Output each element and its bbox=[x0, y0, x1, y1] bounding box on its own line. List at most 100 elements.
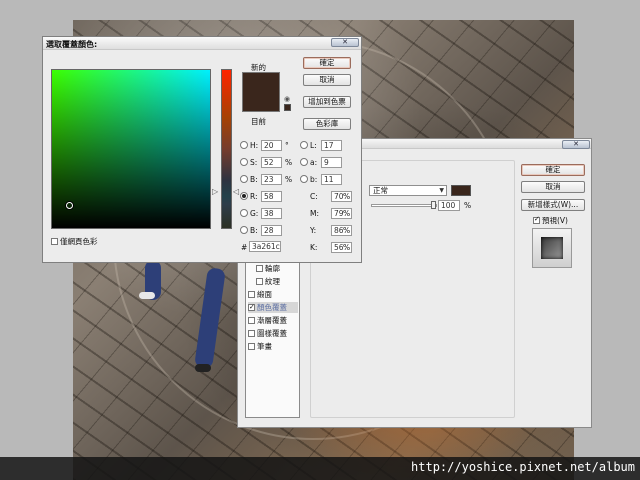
color-channel-unit: ° bbox=[285, 141, 289, 150]
color-channel-label: S: bbox=[250, 158, 258, 167]
color-channel-label: G: bbox=[250, 209, 259, 218]
color-channel-unit: % bbox=[343, 192, 351, 201]
gamut-warning-icon[interactable]: ◉ bbox=[284, 95, 290, 103]
color-channel-unit: % bbox=[343, 243, 351, 252]
color-channel-input[interactable]: 20 bbox=[261, 140, 282, 151]
color-channel-input[interactable]: 52 bbox=[261, 157, 282, 168]
color-channel-input[interactable]: 17 bbox=[321, 140, 342, 151]
style-item[interactable]: 顏色覆蓋 bbox=[248, 302, 298, 313]
color-picker-titlebar: 選取覆蓋顏色: bbox=[43, 37, 361, 50]
style-item-label: 漸層覆蓋 bbox=[257, 316, 287, 325]
color-channel-label: H: bbox=[250, 141, 259, 150]
styles-list: 輪廓紋理緞面顏色覆蓋漸層覆蓋圖樣覆蓋筆畫 bbox=[245, 260, 300, 418]
color-channel-unit: % bbox=[343, 209, 351, 218]
color-channel-unit: % bbox=[343, 226, 351, 235]
opacity-input[interactable]: 100 bbox=[438, 200, 460, 211]
layer-style-close-button[interactable]: ✕ bbox=[562, 140, 590, 149]
style-item-checkbox[interactable] bbox=[248, 330, 255, 337]
style-item[interactable]: 漸層覆蓋 bbox=[248, 315, 298, 326]
layer-style-cancel-button[interactable]: 取消 bbox=[521, 181, 585, 193]
style-item-label: 筆畫 bbox=[257, 342, 272, 351]
climber-shoe-right bbox=[195, 364, 211, 372]
climber-shoe-left bbox=[139, 292, 155, 299]
close-icon: ✕ bbox=[573, 140, 579, 148]
style-item-checkbox[interactable] bbox=[248, 291, 255, 298]
hue-slider-left-arrow[interactable]: ▷ bbox=[212, 187, 218, 196]
style-item-checkbox[interactable] bbox=[248, 317, 255, 324]
color-mode-radio[interactable] bbox=[240, 141, 248, 149]
color-mode-radio[interactable] bbox=[300, 175, 308, 183]
opacity-unit: % bbox=[464, 201, 472, 210]
blend-mode-select[interactable]: 正常 ▼ bbox=[369, 185, 447, 196]
watermark-text: http://yoshice.pixnet.net/album bbox=[411, 460, 635, 474]
current-color-label: 目前 bbox=[251, 117, 266, 126]
color-channel-label: B: bbox=[250, 226, 258, 235]
style-preview-thumbnail bbox=[532, 228, 572, 268]
style-item-label: 圖樣覆蓋 bbox=[257, 329, 287, 338]
color-channel-input[interactable]: 9 bbox=[321, 157, 342, 168]
opacity-slider-track[interactable] bbox=[371, 204, 437, 207]
hex-input[interactable]: 3a261c bbox=[249, 241, 281, 252]
style-item-label: 輪廓 bbox=[265, 264, 280, 273]
style-item-checkbox[interactable] bbox=[256, 278, 263, 285]
color-mode-radio[interactable] bbox=[240, 209, 248, 217]
color-mode-radio[interactable] bbox=[300, 141, 308, 149]
color-channel-label: M: bbox=[310, 209, 319, 218]
color-field[interactable] bbox=[51, 69, 211, 229]
opacity-slider-handle[interactable] bbox=[431, 201, 436, 209]
color-channel-unit: % bbox=[285, 158, 293, 167]
only-web-colors-checkbox[interactable] bbox=[51, 238, 58, 245]
overlay-color-swatch[interactable] bbox=[451, 185, 471, 196]
preview-toggle[interactable]: 預視(V) bbox=[533, 215, 568, 226]
chevron-down-icon: ▼ bbox=[439, 187, 444, 194]
style-item[interactable]: 輪廓 bbox=[256, 263, 298, 274]
hue-slider[interactable] bbox=[221, 69, 232, 229]
new-color-swatch bbox=[243, 73, 279, 92]
color-picker-title: 選取覆蓋顏色: bbox=[46, 40, 98, 49]
color-channel-input[interactable]: 11 bbox=[321, 174, 342, 185]
hue-slider-right-arrow[interactable]: ◁ bbox=[233, 187, 239, 196]
gamut-color-square[interactable] bbox=[284, 104, 291, 111]
add-to-swatches-button[interactable]: 增加到色票 bbox=[303, 96, 351, 108]
color-channel-label: Y: bbox=[310, 226, 317, 235]
color-channel-label: C: bbox=[310, 192, 318, 201]
close-icon: ✕ bbox=[342, 38, 348, 46]
preview-checkbox[interactable] bbox=[533, 215, 540, 224]
only-web-colors-toggle[interactable]: 僅網頁色彩 bbox=[51, 236, 98, 247]
style-item-checkbox[interactable] bbox=[256, 265, 263, 272]
layer-style-ok-button[interactable]: 確定 bbox=[521, 164, 585, 176]
style-item[interactable]: 筆畫 bbox=[248, 341, 298, 352]
style-item-label: 紋理 bbox=[265, 277, 280, 286]
style-item-label: 緞面 bbox=[257, 290, 272, 299]
color-libraries-button[interactable]: 色彩庫 bbox=[303, 118, 351, 130]
color-mode-radio[interactable] bbox=[240, 192, 248, 200]
style-item[interactable]: 紋理 bbox=[256, 276, 298, 287]
color-channel-label: b: bbox=[310, 175, 318, 184]
color-channel-label: R: bbox=[250, 192, 258, 201]
color-mode-radio[interactable] bbox=[240, 226, 248, 234]
color-channel-input[interactable]: 23 bbox=[261, 174, 282, 185]
color-channel-label: L: bbox=[310, 141, 317, 150]
new-style-button[interactable]: 新增樣式(W)... bbox=[521, 199, 585, 211]
color-mode-radio[interactable] bbox=[300, 158, 308, 166]
style-item[interactable]: 圖樣覆蓋 bbox=[248, 328, 298, 339]
hex-label: # bbox=[241, 243, 248, 252]
color-field-marker[interactable] bbox=[66, 202, 73, 209]
style-item-checkbox[interactable] bbox=[248, 343, 255, 350]
color-mode-radio[interactable] bbox=[240, 158, 248, 166]
color-channel-label: a: bbox=[310, 158, 318, 167]
color-channel-input[interactable]: 58 bbox=[261, 191, 282, 202]
picker-ok-button[interactable]: 確定 bbox=[303, 57, 351, 69]
color-picker-close-button[interactable]: ✕ bbox=[331, 38, 359, 47]
color-channel-unit: % bbox=[285, 175, 293, 184]
style-item[interactable]: 緞面 bbox=[248, 289, 298, 300]
color-channel-input[interactable]: 28 bbox=[261, 225, 282, 236]
color-channel-label: B: bbox=[250, 175, 258, 184]
new-current-color-preview bbox=[242, 72, 280, 112]
style-item-label: 顏色覆蓋 bbox=[257, 303, 287, 312]
color-channel-input[interactable]: 38 bbox=[261, 208, 282, 219]
color-mode-radio[interactable] bbox=[240, 175, 248, 183]
style-item-checkbox[interactable] bbox=[248, 302, 255, 313]
picker-cancel-button[interactable]: 取消 bbox=[303, 74, 351, 86]
current-color-swatch[interactable] bbox=[243, 92, 279, 111]
